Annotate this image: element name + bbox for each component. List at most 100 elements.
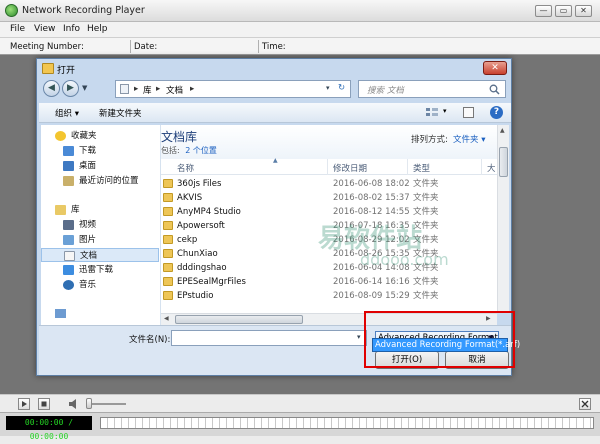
volume-icon[interactable] xyxy=(68,398,80,410)
filename-label: 文件名(N): xyxy=(129,335,171,345)
volume-slider-thumb[interactable] xyxy=(86,398,92,409)
nav-libraries[interactable]: 库 xyxy=(41,203,159,217)
file-row[interactable]: EPstudio 2016-08-09 15:29 文件夹 xyxy=(161,289,497,303)
video-icon xyxy=(63,220,74,230)
file-date: 2016-08-02 15:37 xyxy=(333,193,410,203)
nav-pictures[interactable]: 图片 xyxy=(41,233,159,247)
nav-label: 最近访问的位置 xyxy=(79,176,139,186)
column-date[interactable]: 修改日期 xyxy=(333,162,367,174)
date-label: Date: xyxy=(134,42,158,52)
window-title: Network Recording Player xyxy=(22,5,145,16)
includes-label: 包括: xyxy=(161,146,180,155)
organize-button[interactable]: 组织 ▾ xyxy=(55,107,79,119)
nav-favorites[interactable]: 收藏夹 xyxy=(41,129,159,143)
column-type[interactable]: 类型 xyxy=(413,162,430,174)
vertical-scrollbar-thumb[interactable] xyxy=(499,147,508,177)
column-divider[interactable] xyxy=(407,159,408,175)
play-button[interactable] xyxy=(18,398,30,410)
breadcrumb-documents[interactable]: 文档 xyxy=(166,84,183,96)
file-date: 2016-08-12 14:55 xyxy=(333,207,410,217)
volume-slider[interactable] xyxy=(86,403,126,405)
file-row[interactable]: AKVIS 2016-08-02 15:37 文件夹 xyxy=(161,191,497,205)
download-icon xyxy=(63,146,74,156)
library-header: 文档库 包括: 2 个位置 排列方式: 文件夹 ▾ xyxy=(161,125,497,159)
close-window-button[interactable]: ✕ xyxy=(575,5,592,17)
stop-button[interactable] xyxy=(38,398,50,410)
menu-help[interactable]: Help xyxy=(87,24,108,34)
new-folder-button[interactable]: 新建文件夹 xyxy=(99,107,142,119)
filename-dropdown-icon[interactable]: ▾ xyxy=(357,333,361,341)
folder-icon xyxy=(42,63,54,74)
menu-info[interactable]: Info xyxy=(63,24,80,34)
column-divider[interactable] xyxy=(481,159,482,175)
scroll-up-icon[interactable]: ▲ xyxy=(500,127,505,134)
info-divider xyxy=(130,40,131,53)
meeting-number-label: Meeting Number: xyxy=(10,42,84,52)
vertical-scrollbar[interactable]: ▲ xyxy=(497,125,509,313)
library-includes: 包括: 2 个位置 xyxy=(161,145,217,156)
address-dropdown-icon[interactable]: ▾ xyxy=(326,84,330,92)
nav-label: 桌面 xyxy=(79,161,97,171)
nav-label: 收藏夹 xyxy=(71,131,97,141)
star-icon xyxy=(55,131,66,141)
file-name: 360js Files xyxy=(177,179,222,189)
watermark-url: ddooo.com xyxy=(360,250,449,269)
nav-thunder-downloads[interactable]: 迅雷下载 xyxy=(41,263,159,277)
file-row[interactable]: 360js Files 2016-06-08 18:02 文件夹 xyxy=(161,177,497,191)
horizontal-scrollbar-thumb[interactable] xyxy=(175,315,303,324)
column-name[interactable]: 名称 xyxy=(177,162,194,174)
file-name: Apowersoft xyxy=(177,221,225,231)
address-bar[interactable]: ▸ 库 ▸ 文档 ▸ ▾ ↻ xyxy=(115,80,351,98)
nav-videos[interactable]: 视频 xyxy=(41,218,159,232)
column-divider[interactable] xyxy=(327,159,328,175)
nav-documents[interactable]: 文档 xyxy=(41,248,159,262)
forward-button[interactable]: ▶ xyxy=(62,80,79,97)
file-name: AnyMP4 Studio xyxy=(177,207,241,217)
nav-music[interactable]: 音乐 xyxy=(41,278,159,292)
nav-label: 图片 xyxy=(79,235,97,245)
file-type: 文件夹 xyxy=(413,277,439,287)
filename-input[interactable] xyxy=(171,330,367,346)
progress-track[interactable] xyxy=(100,417,594,429)
meeting-info-bar: Meeting Number: Date: Time: xyxy=(0,37,600,55)
sort-label: 排列方式: xyxy=(411,135,448,145)
file-name: EPstudio xyxy=(177,291,214,301)
arrow-right-icon: ▶ xyxy=(67,83,74,93)
back-button[interactable]: ◀ xyxy=(43,80,60,97)
minimize-button[interactable]: — xyxy=(535,5,552,17)
nav-recent-places[interactable]: 最近访问的位置 xyxy=(41,174,159,188)
menu-view[interactable]: View xyxy=(34,24,55,34)
locations-link[interactable]: 2 个位置 xyxy=(185,146,217,155)
highlight-box xyxy=(364,311,515,368)
view-dropdown-icon[interactable]: ▾ xyxy=(443,107,447,115)
sort-dropdown[interactable]: 文件夹 ▾ xyxy=(453,133,485,145)
breadcrumb-libraries[interactable]: 库 xyxy=(143,84,152,96)
refresh-icon[interactable]: ↻ xyxy=(338,83,345,93)
time-bar: 00:00:00 / 00:00:00 xyxy=(0,412,600,441)
document-icon xyxy=(64,251,75,261)
menu-file[interactable]: File xyxy=(10,24,25,34)
scroll-left-icon[interactable]: ◀ xyxy=(164,315,169,322)
column-size[interactable]: 大 xyxy=(487,162,496,174)
view-options-icon[interactable] xyxy=(425,107,439,118)
help-icon[interactable]: ? xyxy=(490,106,503,119)
file-name: AKVIS xyxy=(177,193,203,203)
file-name: dddingshao xyxy=(177,263,227,273)
music-icon xyxy=(63,280,74,290)
recent-locations-icon[interactable]: ▼ xyxy=(82,84,87,92)
folder-icon xyxy=(163,221,173,230)
close-player-button[interactable] xyxy=(579,398,591,410)
file-row[interactable]: EPESealMgrFiles 2016-06-14 16:16 文件夹 xyxy=(161,275,497,289)
preview-pane-icon[interactable] xyxy=(463,107,474,118)
column-headers: 名称 ▲ 修改日期 类型 大 xyxy=(161,157,497,175)
restore-button[interactable]: ▭ xyxy=(555,5,572,17)
library-icon xyxy=(55,205,66,215)
file-type: 文件夹 xyxy=(413,291,439,301)
dialog-close-button[interactable]: ✕ xyxy=(483,61,507,75)
computer-icon[interactable] xyxy=(55,309,66,318)
nav-downloads[interactable]: 下载 xyxy=(41,144,159,158)
file-row[interactable]: AnyMP4 Studio 2016-08-12 14:55 文件夹 xyxy=(161,205,497,219)
nav-desktop[interactable]: 桌面 xyxy=(41,159,159,173)
search-field[interactable]: 搜索 文档 xyxy=(358,80,506,98)
sort-ascending-icon: ▲ xyxy=(273,157,278,164)
